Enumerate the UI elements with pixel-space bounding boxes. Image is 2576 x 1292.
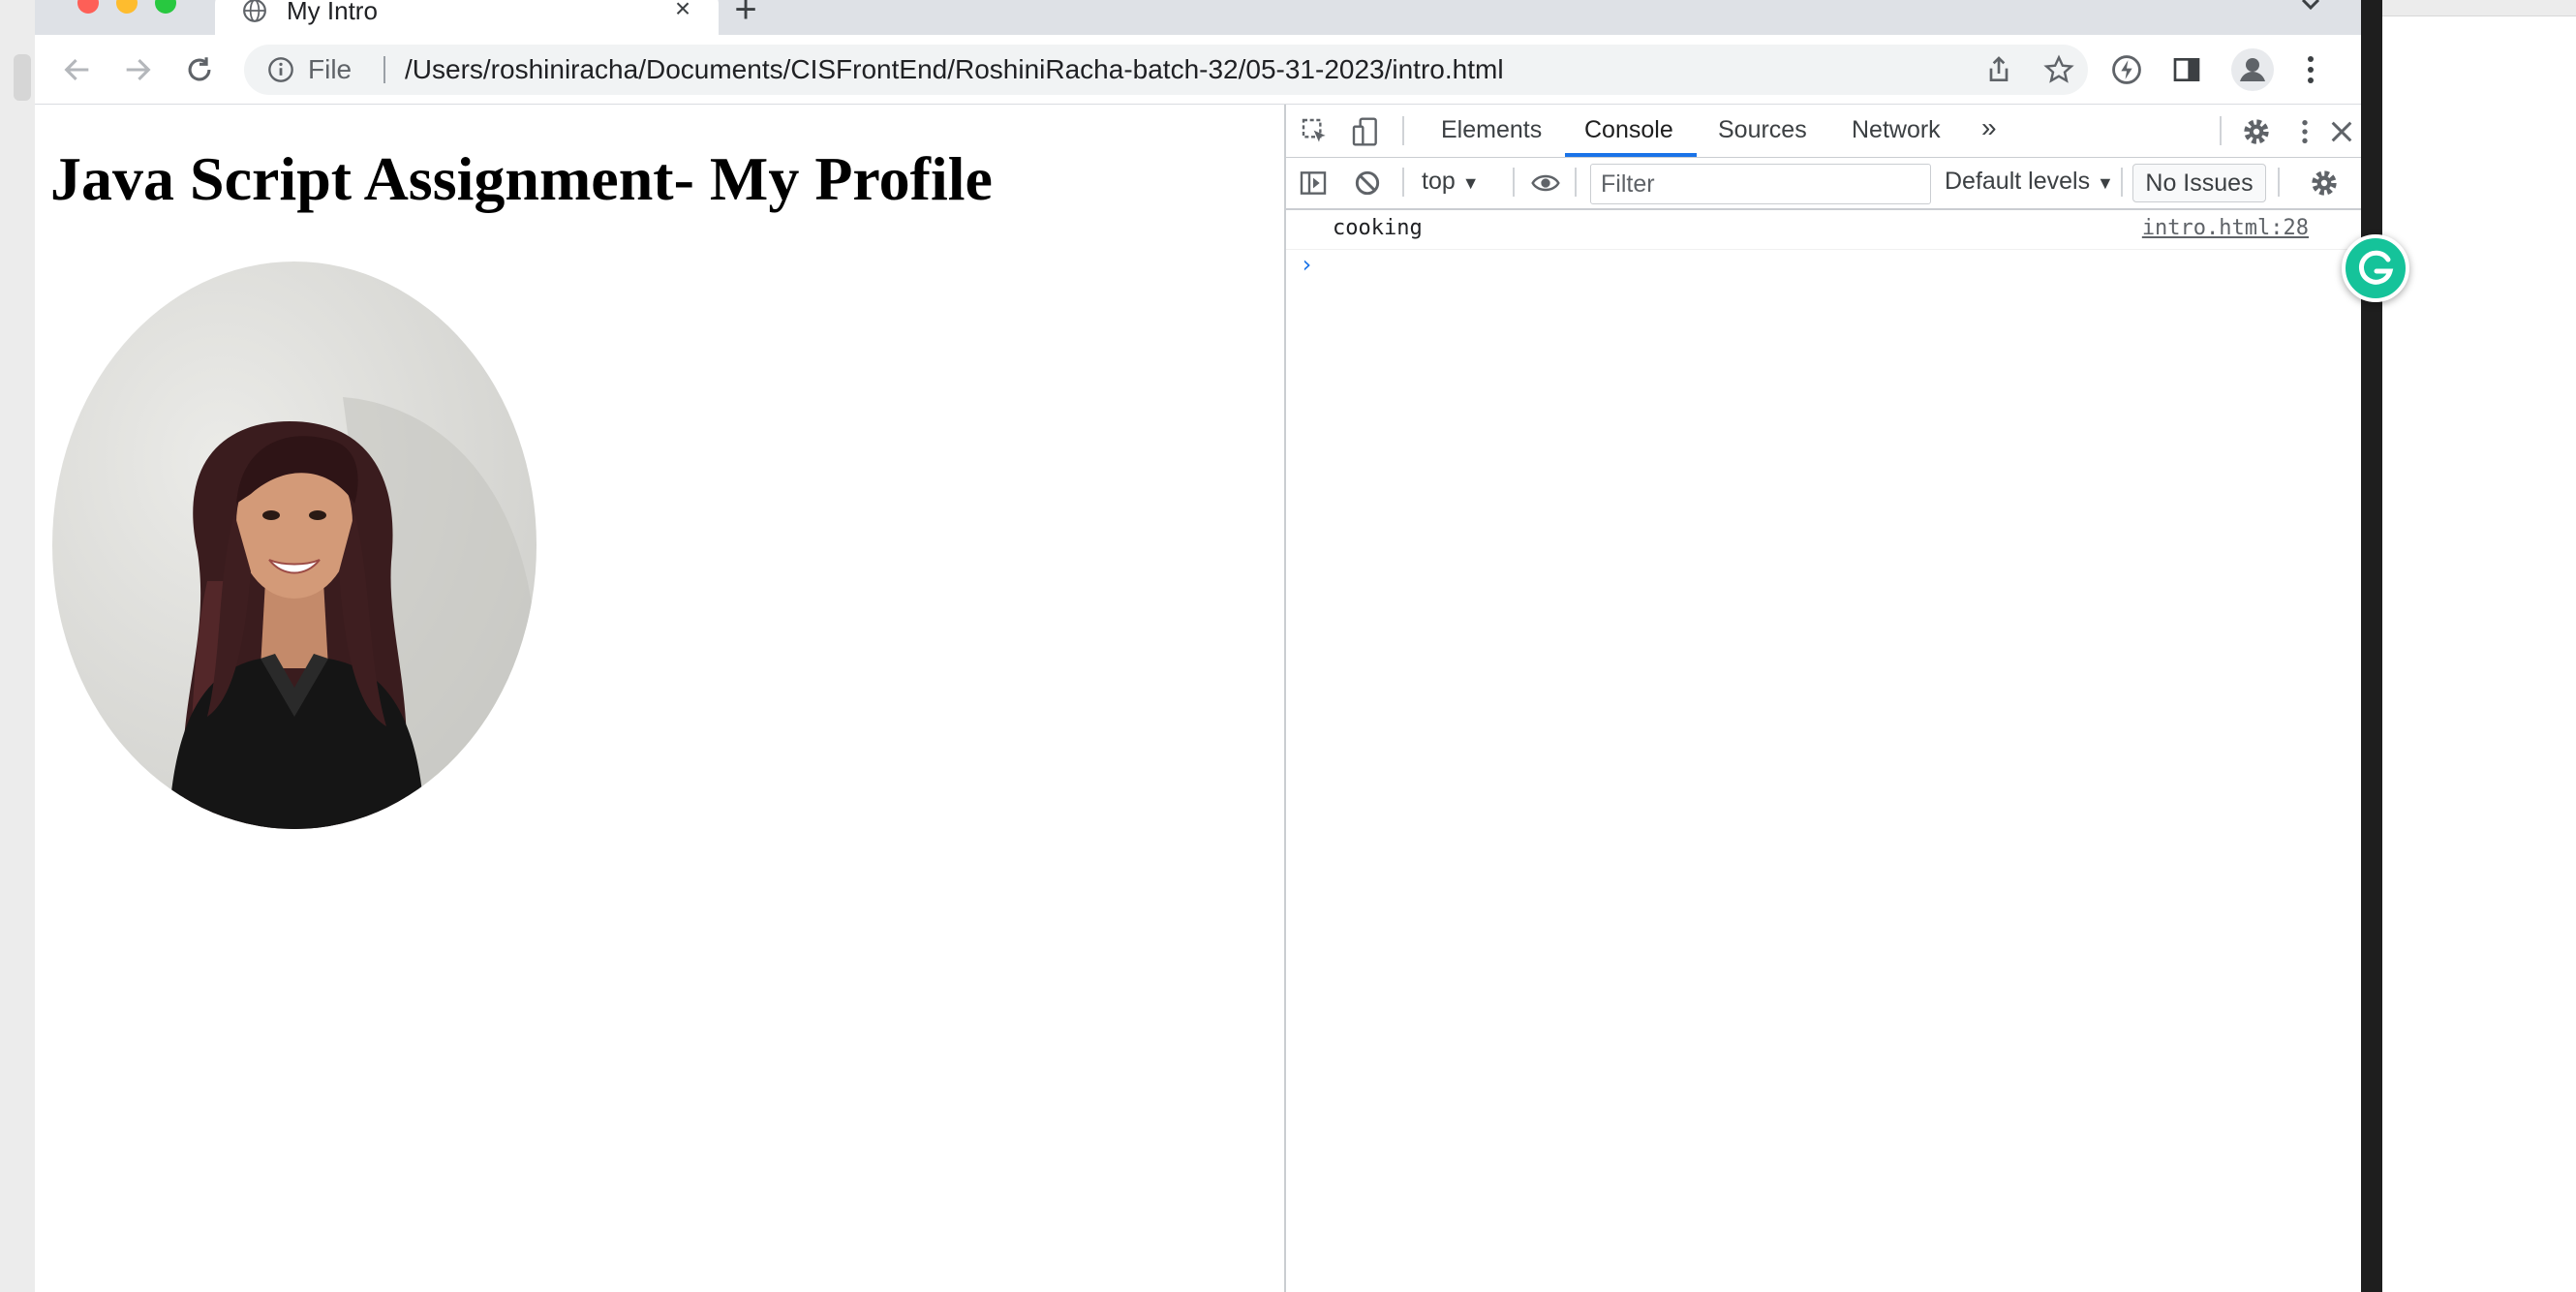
grammarly-button[interactable] <box>2342 234 2409 302</box>
browser-menu-button[interactable] <box>2289 48 2332 91</box>
active-tab-indicator <box>1565 153 1697 157</box>
context-label: top <box>1422 168 1456 195</box>
window-close-button[interactable] <box>77 0 99 14</box>
profile-photo <box>52 261 537 829</box>
log-levels-label: Default levels <box>1945 168 2091 195</box>
devtools-separator <box>2121 168 2123 197</box>
devtools-tab-bar: Elements Console Sources Network » <box>1286 105 2361 158</box>
tab-sources[interactable]: Sources <box>1718 116 1807 144</box>
grammarly-icon <box>2358 250 2394 285</box>
address-bar[interactable]: File /Users/roshiniracha/Documents/CISFr… <box>244 45 2088 95</box>
desktop-right-background <box>2361 0 2576 1292</box>
side-panel-button[interactable] <box>2165 48 2208 91</box>
background-window-topbar <box>2382 0 2576 16</box>
window-zoom-button[interactable] <box>155 0 176 14</box>
devtools-separator <box>2220 116 2222 145</box>
kebab-menu-icon <box>2308 56 2314 83</box>
devtools-panel: Elements Console Sources Network » top ▼… <box>1284 105 2361 1292</box>
reload-icon <box>188 57 211 81</box>
desktop-left-stub <box>14 54 31 101</box>
forward-button[interactable] <box>116 48 159 91</box>
extension-button[interactable] <box>2105 48 2148 91</box>
browser-toolbar: File /Users/roshiniracha/Documents/CISFr… <box>35 35 2361 105</box>
address-scheme: File <box>308 54 353 84</box>
profile-button[interactable] <box>2231 48 2274 91</box>
console-prompt[interactable]: › <box>1300 251 1313 278</box>
clear-console-icon[interactable] <box>1352 168 1383 199</box>
log-source-link[interactable]: intro.html:28 <box>2142 216 2309 240</box>
info-icon[interactable] <box>267 56 294 83</box>
show-sidebar-icon[interactable] <box>1298 168 1329 199</box>
share-icon[interactable] <box>1983 54 2014 85</box>
devtools-separator <box>1513 168 1515 197</box>
console-toolbar: top ▼ Default levels ▼ No Issues <box>1286 158 2361 210</box>
settings-gear-icon[interactable] <box>2241 116 2272 147</box>
page-heading: Java Script Assignment- My Profile <box>50 144 993 213</box>
device-toolbar-icon[interactable] <box>1350 116 1381 147</box>
address-url[interactable]: /Users/roshiniracha/Documents/CISFrontEn… <box>405 54 1504 85</box>
tab-strip: My Intro × + <box>35 0 2361 35</box>
extension-icon <box>2112 55 2141 84</box>
devtools-separator <box>2278 168 2280 197</box>
chevron-down-icon[interactable] <box>2291 0 2330 25</box>
devtools-separator <box>1402 168 1404 197</box>
page-viewport: Java Script Assignment- My Profile <box>35 105 1284 1292</box>
triangle-down-icon: ▼ <box>2097 173 2114 193</box>
desktop-left-strip <box>0 0 35 1292</box>
reload-button[interactable] <box>178 48 221 91</box>
log-message: cooking <box>1333 216 1423 240</box>
devtools-menu-icon[interactable] <box>2289 116 2320 147</box>
globe-icon <box>243 0 266 22</box>
triangle-down-icon: ▼ <box>1461 173 1480 193</box>
log-levels-dropdown[interactable]: Default levels ▼ <box>1945 168 2114 196</box>
inspect-element-icon[interactable] <box>1300 116 1331 147</box>
tab-console[interactable]: Console <box>1584 116 1673 144</box>
issues-button[interactable]: No Issues <box>2132 164 2266 202</box>
arrow-right-icon <box>126 58 151 81</box>
more-tabs-button[interactable]: » <box>1981 112 1997 143</box>
star-icon[interactable] <box>2043 54 2074 85</box>
devtools-separator <box>1402 116 1404 145</box>
back-button[interactable] <box>56 48 99 91</box>
browser-tab[interactable]: My Intro × <box>215 0 719 35</box>
window-minimize-button[interactable] <box>116 0 138 14</box>
background-window-panel <box>2382 0 2576 1292</box>
console-filter[interactable] <box>1590 164 1931 204</box>
profile-icon <box>2240 58 2265 81</box>
close-tab-icon[interactable]: × <box>668 0 697 23</box>
context-selector[interactable]: top ▼ <box>1422 168 1480 196</box>
tab-elements[interactable]: Elements <box>1441 116 1542 144</box>
tab-network[interactable]: Network <box>1852 116 1941 144</box>
console-settings-icon[interactable] <box>2309 168 2340 199</box>
eye-icon[interactable] <box>1530 168 1561 199</box>
close-devtools-icon[interactable] <box>2326 116 2357 147</box>
arrow-left-icon <box>64 58 89 81</box>
address-separator <box>383 56 385 83</box>
filter-input[interactable] <box>1591 165 1930 203</box>
console-output: cooking intro.html:28 › <box>1286 210 2361 1292</box>
side-panel-icon <box>2173 58 2200 81</box>
new-tab-button[interactable]: + <box>726 0 765 31</box>
tab-title: My Intro <box>287 0 378 25</box>
browser-window: My Intro × + File /Users/roshiniracha/Do… <box>35 0 2361 1292</box>
console-log-row: cooking intro.html:28 <box>1286 210 2361 250</box>
devtools-separator <box>1575 168 1577 197</box>
